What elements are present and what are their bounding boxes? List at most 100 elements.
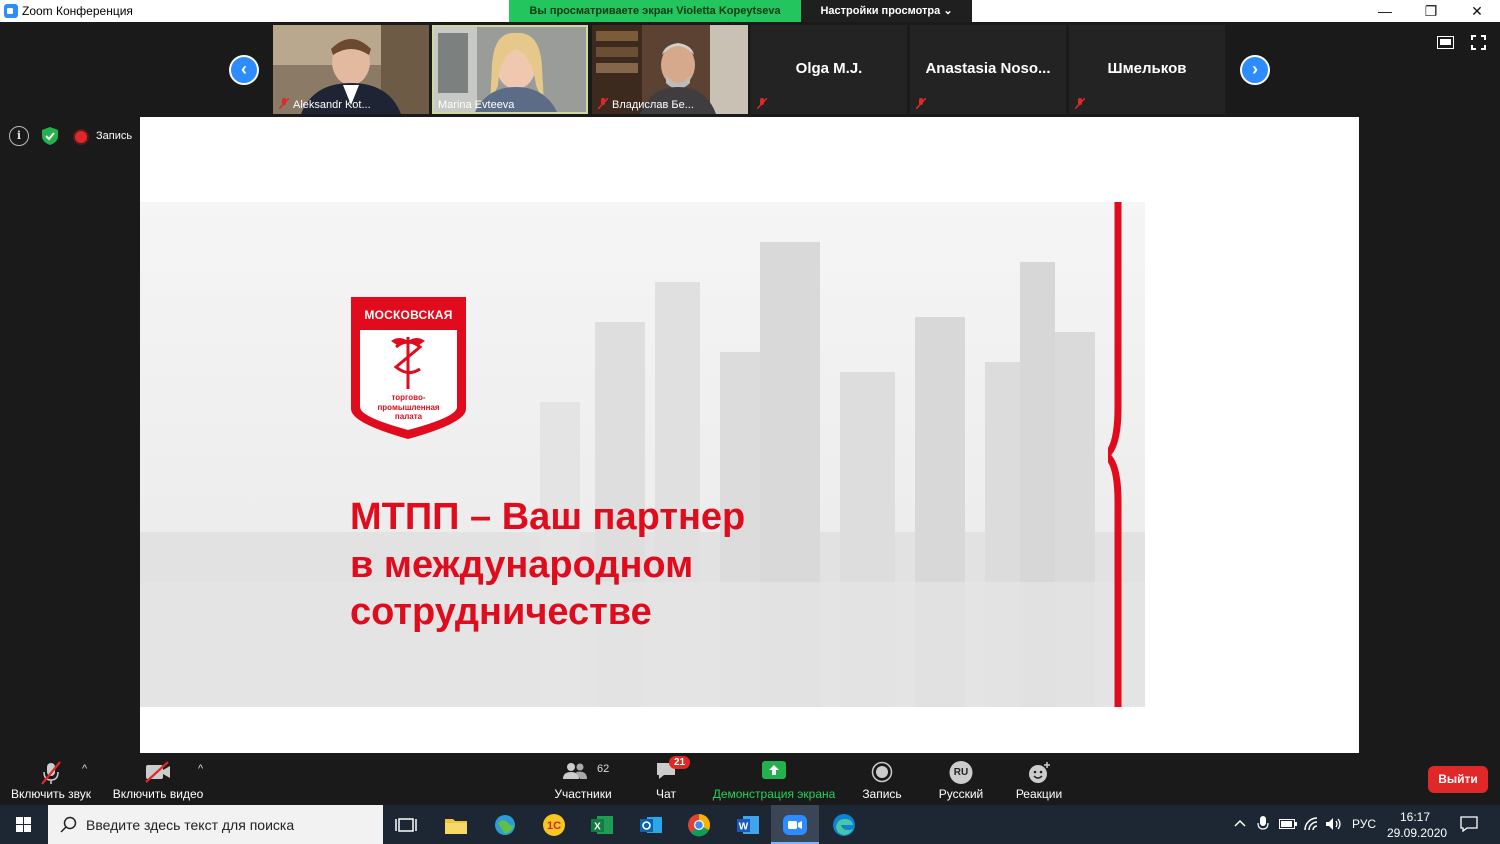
participant-name: Владислав Бе... [612, 99, 694, 111]
unmute-label: Включить звук [10, 787, 92, 801]
zoom-taskbar-active[interactable] [771, 805, 819, 844]
svg-text:X: X [594, 822, 601, 833]
title-bar: Zoom Конференция Вы просматриваете экран… [0, 0, 1500, 22]
mic-muted-icon [1075, 98, 1085, 109]
leave-meeting-button[interactable]: Выйти [1428, 766, 1488, 793]
participant-name: Шмельков [1107, 60, 1187, 77]
logo-line: палата [394, 412, 423, 421]
close-button[interactable]: ✕ [1454, 0, 1500, 22]
video-options-caret[interactable]: ^ [198, 763, 203, 775]
notifications-icon[interactable] [1460, 816, 1478, 832]
volume-icon[interactable] [1325, 817, 1343, 831]
language-label: Русский [938, 787, 984, 801]
zoom-window: Zoom Конференция Вы просматриваете экран… [0, 0, 1500, 844]
strip-next-button[interactable]: › [1240, 55, 1270, 85]
participants-count: 62 [597, 763, 610, 775]
clock-time: 16:17 [1399, 810, 1431, 824]
outlook-icon[interactable] [636, 810, 666, 840]
record-icon [871, 761, 893, 783]
zoom-app-icon [4, 4, 18, 18]
logo-line: промышленная [377, 402, 440, 412]
windows-start-icon[interactable] [0, 805, 47, 844]
participant-name: Marina Evteeva [438, 99, 515, 111]
reactions-icon [1029, 762, 1050, 783]
minimize-button[interactable]: — [1362, 0, 1408, 22]
participant-strip: ‹ Aleksandr Kot... Marina Evteeva Владис… [0, 22, 1500, 117]
meeting-controls: Включить звук ^ Включить видео ^ Участни… [0, 753, 1500, 805]
layout-toggle-icon[interactable] [1437, 36, 1454, 49]
excel-icon[interactable]: X [587, 810, 617, 840]
video-off-icon [145, 761, 170, 783]
start-video-label: Включить видео [112, 787, 204, 801]
unmute-button[interactable]: Включить звук [0, 753, 102, 805]
participant-name: Aleksandr Kot... [293, 99, 371, 111]
taskbar-clock[interactable]: 16:17 29.09.2020 [1387, 809, 1448, 841]
windows-taskbar: Введите здесь текст для поиска 1С X W РУ… [0, 805, 1500, 844]
meeting-info-icon[interactable]: i [9, 126, 29, 146]
shared-screen: МОСКОВСКАЯ торгово- промышленная палата … [140, 117, 1359, 753]
screen-share-banner: Вы просматриваете экран Violetta Kopeyts… [509, 0, 801, 22]
participants-label: Участники [554, 787, 612, 801]
slide-headline-line3: сотрудничестве [350, 591, 652, 633]
1c-app-icon[interactable]: 1С [539, 810, 569, 840]
maximize-button[interactable]: ❐ [1408, 0, 1454, 22]
keyboard-language[interactable]: РУС [1352, 817, 1376, 831]
view-settings-button[interactable]: Настройки просмотра ⌄ [801, 0, 972, 22]
zoom-app-icon [783, 815, 807, 835]
logo-top-text: МОСКОВСКАЯ [364, 308, 453, 322]
share-screen-icon [762, 761, 786, 779]
mic-muted-icon [757, 98, 767, 109]
chrome-icon[interactable] [684, 810, 714, 840]
participant-tile[interactable]: Anastasia Noso... [910, 25, 1066, 114]
mic-muted-icon [41, 761, 61, 785]
encryption-shield-icon[interactable] [40, 126, 60, 146]
chat-label: Чат [656, 787, 676, 801]
maps-app-icon[interactable] [490, 810, 520, 840]
audio-options-caret[interactable]: ^ [82, 763, 87, 775]
wifi-icon[interactable] [1303, 816, 1319, 832]
slide-headline-line1: МТПП – Ваш партнер [350, 496, 746, 538]
microphone-tray-icon[interactable] [1257, 816, 1269, 832]
svg-text:1С: 1С [547, 820, 561, 832]
reactions-label: Реакции [1015, 787, 1063, 801]
edge-icon[interactable] [829, 810, 859, 840]
logo-line: торгово- [391, 393, 426, 402]
participant-name: Olga M.J. [795, 60, 863, 77]
participant-tile[interactable]: Aleksandr Kot... [273, 25, 429, 114]
search-icon [60, 816, 77, 833]
mic-muted-icon [916, 98, 926, 109]
taskbar-search-placeholder: Введите здесь текст для поиска [86, 817, 295, 833]
start-video-button[interactable]: Включить видео [108, 753, 208, 805]
file-explorer-icon[interactable] [441, 810, 471, 840]
participant-tile[interactable]: Olga M.J. [751, 25, 907, 114]
record-button[interactable]: Запись [856, 753, 908, 805]
mic-muted-icon [279, 98, 289, 109]
participant-name: Anastasia Noso... [925, 60, 1051, 77]
language-button[interactable]: RU Русский [930, 753, 992, 805]
participants-button[interactable]: Участники [548, 753, 618, 805]
language-globe-icon: RU [949, 761, 973, 784]
participant-tile[interactable]: Владислав Бе... [592, 25, 748, 114]
participant-tile-active-speaker[interactable]: Marina Evteeva [432, 25, 588, 114]
share-screen-label: Демонстрация экрана [712, 787, 836, 801]
battery-icon[interactable] [1279, 819, 1297, 829]
word-icon[interactable]: W [733, 810, 763, 840]
participants-icon [563, 763, 587, 779]
recording-dot-icon [75, 131, 87, 143]
tray-expand-icon[interactable] [1234, 818, 1246, 830]
fullscreen-icon[interactable] [1471, 35, 1486, 50]
window-title: Zoom Конференция [22, 4, 133, 18]
clock-date: 29.09.2020 [1387, 826, 1448, 840]
red-brace-decoration [1108, 202, 1122, 707]
mic-muted-icon [598, 98, 608, 109]
participant-tile[interactable]: Шмельков [1069, 25, 1225, 114]
taskbar-search-box[interactable]: Введите здесь текст для поиска [48, 805, 383, 844]
slide-headline-line2: в международном [350, 544, 694, 586]
task-view-icon[interactable] [391, 810, 421, 840]
share-screen-button[interactable]: Демонстрация экрана [708, 753, 840, 805]
record-label: Запись [862, 787, 902, 801]
logo-bottom-text: торгово- промышленная палата [359, 393, 458, 422]
chat-unread-badge: 21 [669, 756, 691, 769]
reactions-button[interactable]: Реакции [1010, 753, 1068, 805]
strip-prev-button[interactable]: ‹ [229, 55, 259, 85]
